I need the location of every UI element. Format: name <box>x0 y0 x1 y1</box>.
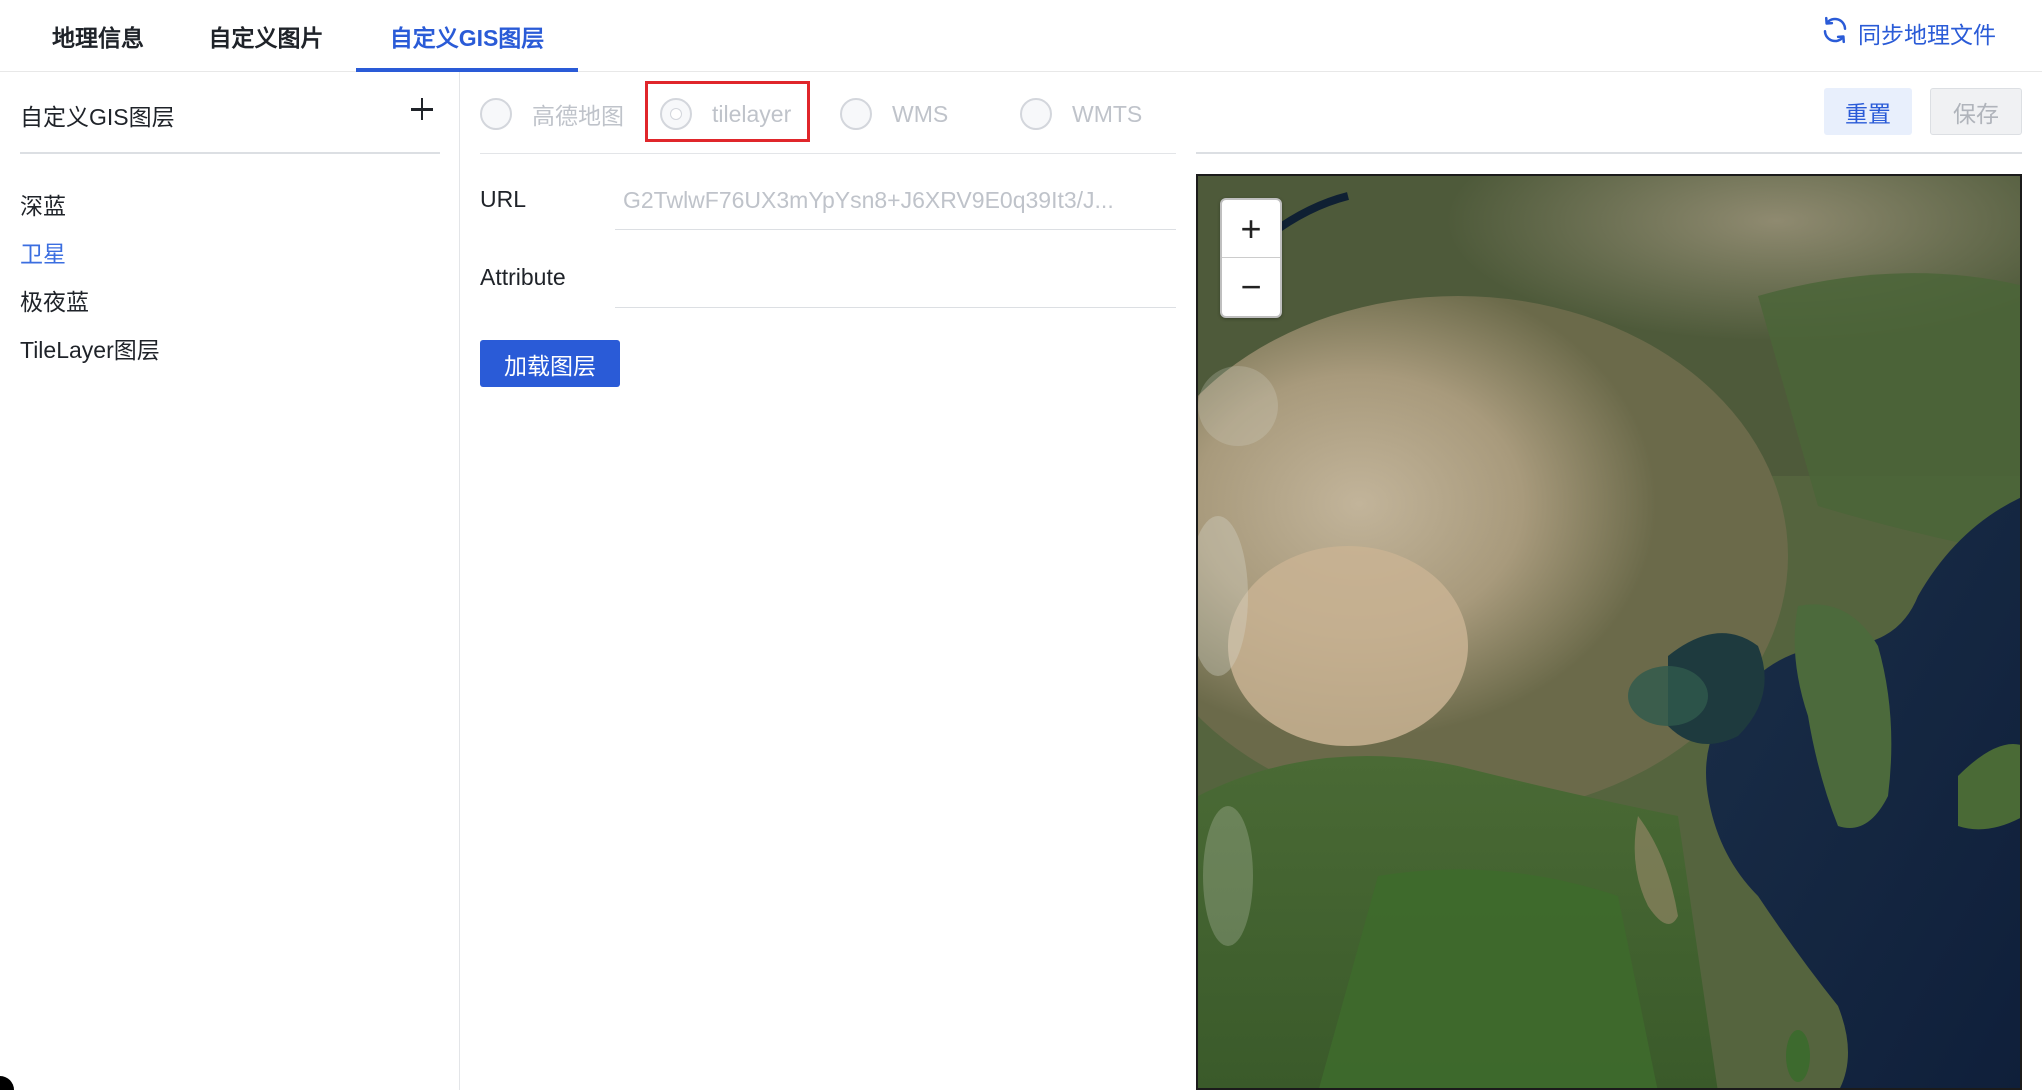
layer-list: 深蓝 卫星 极夜蓝 TileLayer图层 <box>20 182 440 374</box>
attribute-label: Attribute <box>480 264 566 290</box>
url-input[interactable] <box>615 172 1176 230</box>
layer-config-form: 高德地图 tilelayer WMS WMTS URL Attribute 加载… <box>480 72 1176 472</box>
plus-icon[interactable] <box>404 92 440 128</box>
save-button[interactable]: 保存 <box>1930 88 2022 135</box>
layer-item-polar-night-blue[interactable]: 极夜蓝 <box>20 278 440 326</box>
sync-label: 同步地理文件 <box>1858 22 1996 48</box>
radio-circle <box>840 98 872 130</box>
action-bar: 重置 保存 <box>1196 72 2022 154</box>
attribute-input[interactable] <box>615 250 1176 308</box>
sidebar-title: 自定义GIS图层 <box>20 104 175 130</box>
zoom-control: + − <box>1220 198 1282 318</box>
load-layer-button[interactable]: 加载图层 <box>480 340 620 387</box>
sidebar-header: 自定义GIS图层 <box>20 72 440 154</box>
layer-item-satellite[interactable]: 卫星 <box>20 230 440 278</box>
layer-item-deep-blue[interactable]: 深蓝 <box>20 182 440 230</box>
radio-label: WMS <box>892 100 949 127</box>
satellite-map-image <box>1198 176 2020 1088</box>
zoom-in-button[interactable]: + <box>1222 200 1280 258</box>
layer-sidebar: 自定义GIS图层 深蓝 卫星 极夜蓝 TileLayer图层 <box>0 72 460 1090</box>
radio-amap[interactable]: 高德地图 <box>480 94 624 134</box>
reset-button[interactable]: 重置 <box>1824 88 1912 135</box>
tab-custom-gis-layer[interactable]: 自定义GIS图层 <box>356 0 578 72</box>
radio-circle <box>1020 98 1052 130</box>
layer-item-tilelayer[interactable]: TileLayer图层 <box>20 326 440 374</box>
radio-tilelayer[interactable]: tilelayer <box>660 94 791 134</box>
top-tab-bar: 地理信息 自定义图片 自定义GIS图层 同步地理文件 <box>0 0 2042 72</box>
sync-geo-file-button[interactable]: 同步地理文件 <box>1820 0 1996 66</box>
tab-geo-info[interactable]: 地理信息 <box>30 0 166 72</box>
layer-type-radio-group: 高德地图 tilelayer WMS WMTS <box>480 72 1176 154</box>
map-preview[interactable]: + − <box>1196 174 2022 1090</box>
radio-circle <box>480 98 512 130</box>
radio-wmts[interactable]: WMTS <box>1020 94 1142 134</box>
radio-wms[interactable]: WMS <box>840 94 948 134</box>
app-window: 地理信息 自定义图片 自定义GIS图层 同步地理文件 自定义GIS图层 深蓝 卫… <box>0 0 2042 1090</box>
radio-label: 高德地图 <box>532 103 624 129</box>
url-label: URL <box>480 186 527 212</box>
url-field-row: URL <box>480 170 1176 230</box>
radio-label: tilelayer <box>712 100 792 127</box>
tab-custom-image[interactable]: 自定义图片 <box>190 0 342 72</box>
radio-circle-selected <box>660 98 692 130</box>
zoom-out-button[interactable]: − <box>1222 258 1280 316</box>
refresh-icon <box>1820 15 1850 51</box>
attribute-field-row: Attribute <box>480 248 1176 308</box>
radio-label: WMTS <box>1072 100 1143 127</box>
